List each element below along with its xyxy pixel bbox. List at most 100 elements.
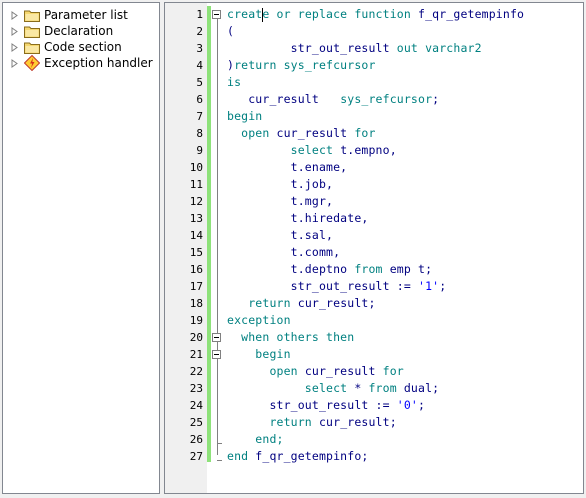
line-number: 12 bbox=[189, 195, 203, 208]
code-line[interactable]: 16 t.deptno from emp t; bbox=[165, 261, 583, 278]
code-token: select bbox=[227, 381, 355, 395]
code-token: cur_result bbox=[227, 92, 341, 106]
code-line[interactable]: 19 exception bbox=[165, 312, 583, 329]
code-text[interactable]: t.ename, bbox=[227, 159, 347, 176]
code-line[interactable]: 25 return cur_result; bbox=[165, 414, 583, 431]
code-text[interactable]: select t.empno, bbox=[227, 142, 397, 159]
code-token: from bbox=[368, 381, 404, 395]
expand-arrow-icon[interactable] bbox=[9, 42, 19, 52]
code-text[interactable]: begin bbox=[227, 346, 291, 363]
code-token: dual; bbox=[403, 381, 440, 395]
line-number: 21 bbox=[189, 348, 203, 361]
code-line[interactable]: 20 when others then bbox=[165, 329, 583, 346]
line-number: 7 bbox=[196, 110, 203, 123]
code-line[interactable]: 17 str_out_result := '1'; bbox=[165, 278, 583, 295]
line-number: 3 bbox=[196, 42, 203, 55]
code-token: sys_refcursor bbox=[340, 92, 433, 106]
code-token: t.ename, bbox=[227, 160, 348, 174]
code-text[interactable]: begin bbox=[227, 108, 262, 125]
code-line[interactable]: 13 t.hiredate, bbox=[165, 210, 583, 227]
code-text[interactable]: exception bbox=[227, 312, 291, 329]
code-text[interactable]: t.mgr, bbox=[227, 193, 333, 210]
code-text[interactable]: select * from dual; bbox=[227, 380, 439, 397]
code-line[interactable]: 27 end f_qr_getempinfo; bbox=[165, 448, 583, 465]
code-line[interactable]: 3 str_out_result out varchar2 bbox=[165, 40, 583, 57]
code-text[interactable]: open cur_result for bbox=[227, 363, 404, 380]
code-text[interactable]: t.comm, bbox=[227, 244, 340, 261]
code-line[interactable]: 10 t.ename, bbox=[165, 159, 583, 176]
code-token: cur_result bbox=[304, 364, 383, 378]
code-line[interactable]: 4)return sys_refcursor bbox=[165, 57, 583, 74]
code-token: '1' bbox=[418, 279, 440, 293]
code-text[interactable]: str_out_result out varchar2 bbox=[227, 40, 482, 57]
line-number: 6 bbox=[196, 93, 203, 106]
code-line[interactable]: 18 return cur_result; bbox=[165, 295, 583, 312]
code-line[interactable]: 5 is bbox=[165, 74, 583, 91]
code-line[interactable]: 7 begin bbox=[165, 108, 583, 125]
code-text[interactable]: return cur_result; bbox=[227, 295, 376, 312]
code-text[interactable]: open cur_result for bbox=[227, 125, 376, 142]
code-text[interactable]: str_out_result := '1'; bbox=[227, 278, 447, 295]
code-line[interactable]: 6 cur_result sys_refcursor; bbox=[165, 91, 583, 108]
code-line[interactable]: 11 t.job, bbox=[165, 176, 583, 193]
code-token: * bbox=[354, 381, 369, 395]
tree-item-label: Declaration bbox=[44, 24, 114, 38]
code-token: str_out_result := bbox=[227, 398, 397, 412]
code-line[interactable]: 1 create or replace function f_qr_getempi… bbox=[165, 6, 583, 23]
code-text[interactable]: end; bbox=[227, 431, 284, 448]
tree-item-parameter-list[interactable]: Parameter list bbox=[9, 7, 128, 23]
code-token: return bbox=[227, 415, 319, 429]
code-token: open bbox=[227, 126, 277, 140]
code-token: return bbox=[234, 58, 284, 72]
code-text[interactable]: t.deptno from emp t; bbox=[227, 261, 432, 278]
object-tree-panel[interactable]: Parameter list Declaration Code section … bbox=[2, 2, 160, 494]
tree-item-exception-handler[interactable]: Exception handler bbox=[9, 55, 153, 71]
code-token: t.deptno bbox=[227, 262, 355, 276]
expand-arrow-icon[interactable] bbox=[9, 10, 19, 20]
code-token: when others then bbox=[227, 330, 355, 344]
expand-arrow-icon[interactable] bbox=[9, 26, 19, 36]
code-line[interactable]: 26 end; bbox=[165, 431, 583, 448]
line-number: 19 bbox=[189, 314, 203, 327]
code-line[interactable]: 23 select * from dual; bbox=[165, 380, 583, 397]
code-line[interactable]: 2( bbox=[165, 23, 583, 40]
line-number: 17 bbox=[189, 280, 203, 293]
code-token: begin bbox=[227, 109, 263, 123]
code-text[interactable]: str_out_result := '0'; bbox=[227, 397, 425, 414]
code-text[interactable]: return cur_result; bbox=[227, 414, 397, 431]
code-line[interactable]: 15 t.comm, bbox=[165, 244, 583, 261]
line-number: 22 bbox=[189, 365, 203, 378]
code-line[interactable]: 14 t.sal, bbox=[165, 227, 583, 244]
code-text[interactable]: )return sys_refcursor bbox=[227, 57, 376, 74]
code-token: ; bbox=[418, 398, 426, 412]
code-token: creat bbox=[227, 7, 263, 21]
code-line[interactable]: 22 open cur_result for bbox=[165, 363, 583, 380]
code-text[interactable]: ( bbox=[227, 23, 234, 40]
code-line[interactable]: 12 t.mgr, bbox=[165, 193, 583, 210]
code-text[interactable]: is bbox=[227, 74, 241, 91]
code-line[interactable]: 24 str_out_result := '0'; bbox=[165, 397, 583, 414]
tree-item-declaration[interactable]: Declaration bbox=[9, 23, 113, 39]
line-number: 11 bbox=[189, 178, 203, 191]
folder-icon bbox=[23, 7, 41, 23]
code-text[interactable]: t.hiredate, bbox=[227, 210, 369, 227]
code-token: ( bbox=[227, 24, 235, 38]
line-number: 25 bbox=[189, 416, 203, 429]
code-text[interactable]: create or replace function f_qr_getempin… bbox=[227, 6, 524, 23]
code-text[interactable]: end f_qr_getempinfo; bbox=[227, 448, 368, 465]
code-token: t.mgr, bbox=[227, 194, 334, 208]
expand-arrow-icon[interactable] bbox=[9, 58, 19, 68]
line-number: 8 bbox=[196, 127, 203, 140]
tree-item-code-section[interactable]: Code section bbox=[9, 39, 122, 55]
code-text[interactable]: t.sal, bbox=[227, 227, 333, 244]
code-line[interactable]: 9 select t.empno, bbox=[165, 142, 583, 159]
code-editor[interactable]: 1 create or replace function f_qr_getempi… bbox=[164, 2, 584, 494]
code-text[interactable]: when others then bbox=[227, 329, 354, 346]
line-number: 24 bbox=[189, 399, 203, 412]
tree-item-label: Code section bbox=[44, 40, 122, 54]
code-line[interactable]: 21 begin bbox=[165, 346, 583, 363]
code-text[interactable]: cur_result sys_refcursor; bbox=[227, 91, 439, 108]
code-text[interactable]: t.job, bbox=[227, 176, 333, 193]
code-token: str_out_result := bbox=[227, 279, 418, 293]
code-line[interactable]: 8 open cur_result for bbox=[165, 125, 583, 142]
